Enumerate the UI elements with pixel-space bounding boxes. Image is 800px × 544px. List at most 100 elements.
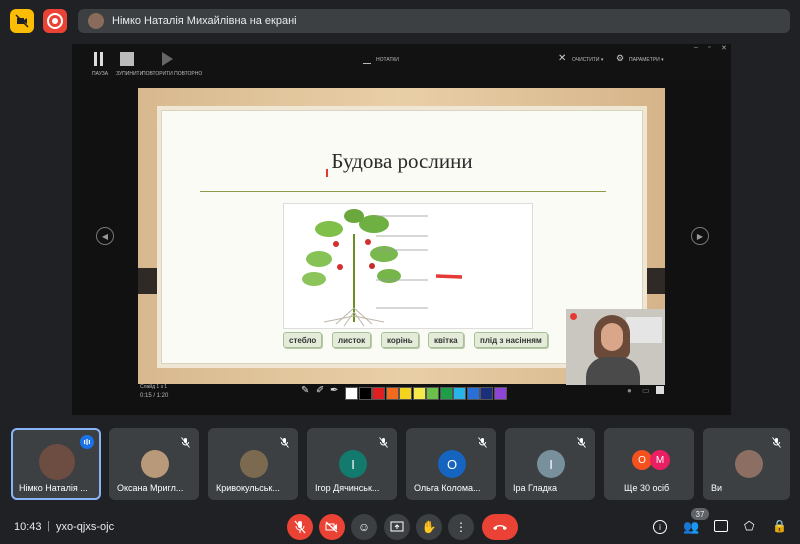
presenter-video (566, 309, 665, 385)
activities-icon[interactable]: ⬠ (744, 519, 754, 533)
participant-name: Кривокульськ... (216, 483, 280, 493)
meeting-code[interactable]: yxo-qjxs-ojc (56, 521, 114, 533)
participant-tile[interactable]: Ви (703, 428, 790, 500)
ink-color-swatch[interactable] (385, 387, 399, 400)
ink-color-swatch[interactable] (493, 387, 507, 400)
stop-label: ЗУПИНИТИ (116, 71, 144, 77)
pause-icon[interactable] (94, 52, 104, 66)
play-icon[interactable] (162, 52, 173, 66)
notes-icon[interactable] (363, 55, 371, 64)
participant-tile[interactable]: І Іра Гладка (505, 428, 595, 500)
mic-off-icon (376, 435, 390, 449)
mic-icon[interactable]: ● (627, 386, 632, 395)
shared-screen: ПАУЗА ЗУПИНИТИ ПОВТОРИТИ ПОВТОРНО НОТАТК… (72, 44, 731, 415)
mic-off-icon (178, 435, 192, 449)
mic-off-button[interactable] (287, 514, 313, 540)
participant-name: Німко Наталія ... (19, 483, 88, 493)
host-controls-icon[interactable]: 🔒 (772, 519, 787, 533)
participant-name: Оксана Мригл... (117, 483, 184, 493)
avatar (735, 450, 763, 478)
meeting-time: 10:43 (14, 521, 42, 533)
mic-off-icon (769, 435, 783, 449)
presenting-banner: Німко Наталія Михайлівна на екрані (78, 9, 790, 33)
participant-name: Ігор Дячинськ... (315, 483, 380, 493)
label-leaf[interactable]: листок (332, 332, 372, 348)
separator: | (47, 520, 50, 532)
view-icon[interactable]: ▭ (642, 386, 650, 395)
participant-tile[interactable]: Оксана Мригл... (109, 428, 199, 500)
label-stem[interactable]: стебло (283, 332, 323, 348)
avatar: О (438, 450, 466, 478)
speaking-icon (80, 435, 94, 449)
participant-name: Ви (711, 483, 723, 493)
person-face (601, 323, 623, 351)
title-underline (200, 191, 606, 192)
clear-icon[interactable]: ✕ (558, 53, 566, 64)
close-icon[interactable]: ✕ (721, 44, 727, 52)
ink-color-swatch[interactable] (345, 387, 358, 400)
participant-tile[interactable]: О Ольга Колома... (406, 428, 496, 500)
window-bg (626, 317, 662, 343)
camera-off-button[interactable] (319, 514, 345, 540)
record-icon[interactable] (43, 9, 67, 33)
mic-off-icon (475, 435, 489, 449)
slide-timer: 0:15 / 1:20 (140, 393, 169, 399)
ink-color-swatch[interactable] (480, 387, 493, 400)
ink-color-swatch[interactable] (426, 387, 439, 400)
repeat-label: ПОВТОРИТИ ПОВТОРНО (142, 71, 203, 77)
slideshow-toolbar: ПАУЗА ЗУПИНИТИ ПОВТОРИТИ ПОВТОРНО НОТАТК… (72, 44, 731, 82)
chat-icon[interactable] (714, 520, 728, 532)
avatar: І (339, 450, 367, 478)
camera-off-icon[interactable] (10, 9, 34, 33)
info-icon[interactable]: i (653, 520, 667, 534)
restore-icon[interactable]: ▫ (708, 44, 710, 51)
plant-diagram (283, 203, 533, 329)
participant-tile[interactable]: О М Ще 30 осіб (604, 428, 694, 500)
more-options-button[interactable]: ⋮ (448, 514, 474, 540)
mic-off-icon (574, 435, 588, 449)
slide-counter: Слайд 1 з 1 (140, 384, 168, 390)
people-count-badge: 37 (691, 508, 709, 520)
avatar (39, 444, 75, 480)
present-button[interactable] (384, 514, 410, 540)
next-slide-icon[interactable]: ▶ (691, 227, 709, 245)
people-icon[interactable]: 👥 (683, 519, 699, 535)
emoji-button[interactable]: ☺ (351, 514, 377, 540)
person-view-icon[interactable] (656, 386, 664, 394)
participant-tile[interactable]: Німко Наталія ... (11, 428, 101, 500)
ink-color-swatch[interactable] (399, 387, 412, 400)
ink-color-swatch[interactable] (466, 387, 480, 400)
people-count: 37 (695, 509, 705, 519)
clear-label[interactable]: ОЧИСТИТИ ▾ (572, 57, 603, 63)
leave-call-button[interactable] (482, 514, 518, 540)
pen-icon[interactable]: ✐ (316, 385, 324, 396)
ink-color-swatch[interactable] (412, 387, 426, 400)
participant-tile[interactable]: Кривокульськ... (208, 428, 298, 500)
avatar (240, 450, 268, 478)
participant-tile[interactable]: І Ігор Дячинськ... (307, 428, 397, 500)
person-body (586, 357, 640, 385)
slideshow-footer: Слайд 1 з 1 0:15 / 1:20 ✎ ✐ ✒ ● ▭ (72, 384, 731, 415)
recording-dot (570, 313, 577, 320)
ink-color-swatch[interactable] (439, 387, 453, 400)
ink-color-swatch[interactable] (453, 387, 466, 400)
highlighter-icon[interactable]: ✒ (330, 385, 338, 396)
raise-hand-button[interactable]: ✋ (416, 514, 442, 540)
participant-name: Ще 30 осіб (624, 483, 670, 493)
eraser-icon[interactable]: ✎ (301, 385, 309, 396)
pause-label: ПАУЗА (92, 71, 109, 77)
settings-label[interactable]: ПАРАМЕТРИ ▾ (629, 57, 664, 63)
settings-icon[interactable]: ⚙ (616, 53, 624, 64)
label-fruit[interactable]: плід з насінням (474, 332, 548, 348)
minimize-icon[interactable]: – (694, 44, 698, 51)
notes-label[interactable]: НОТАТКИ (376, 57, 399, 63)
stop-icon[interactable] (120, 52, 134, 66)
ink-color-swatch[interactable] (358, 387, 372, 400)
prev-slide-icon[interactable]: ◀ (96, 227, 114, 245)
participant-name: Ольга Колома... (414, 483, 481, 493)
ink-color-swatch[interactable] (372, 387, 385, 400)
label-root[interactable]: корінь (381, 332, 419, 348)
label-flower[interactable]: квітка (428, 332, 464, 348)
avatar (141, 450, 169, 478)
avatar: О (632, 450, 652, 470)
